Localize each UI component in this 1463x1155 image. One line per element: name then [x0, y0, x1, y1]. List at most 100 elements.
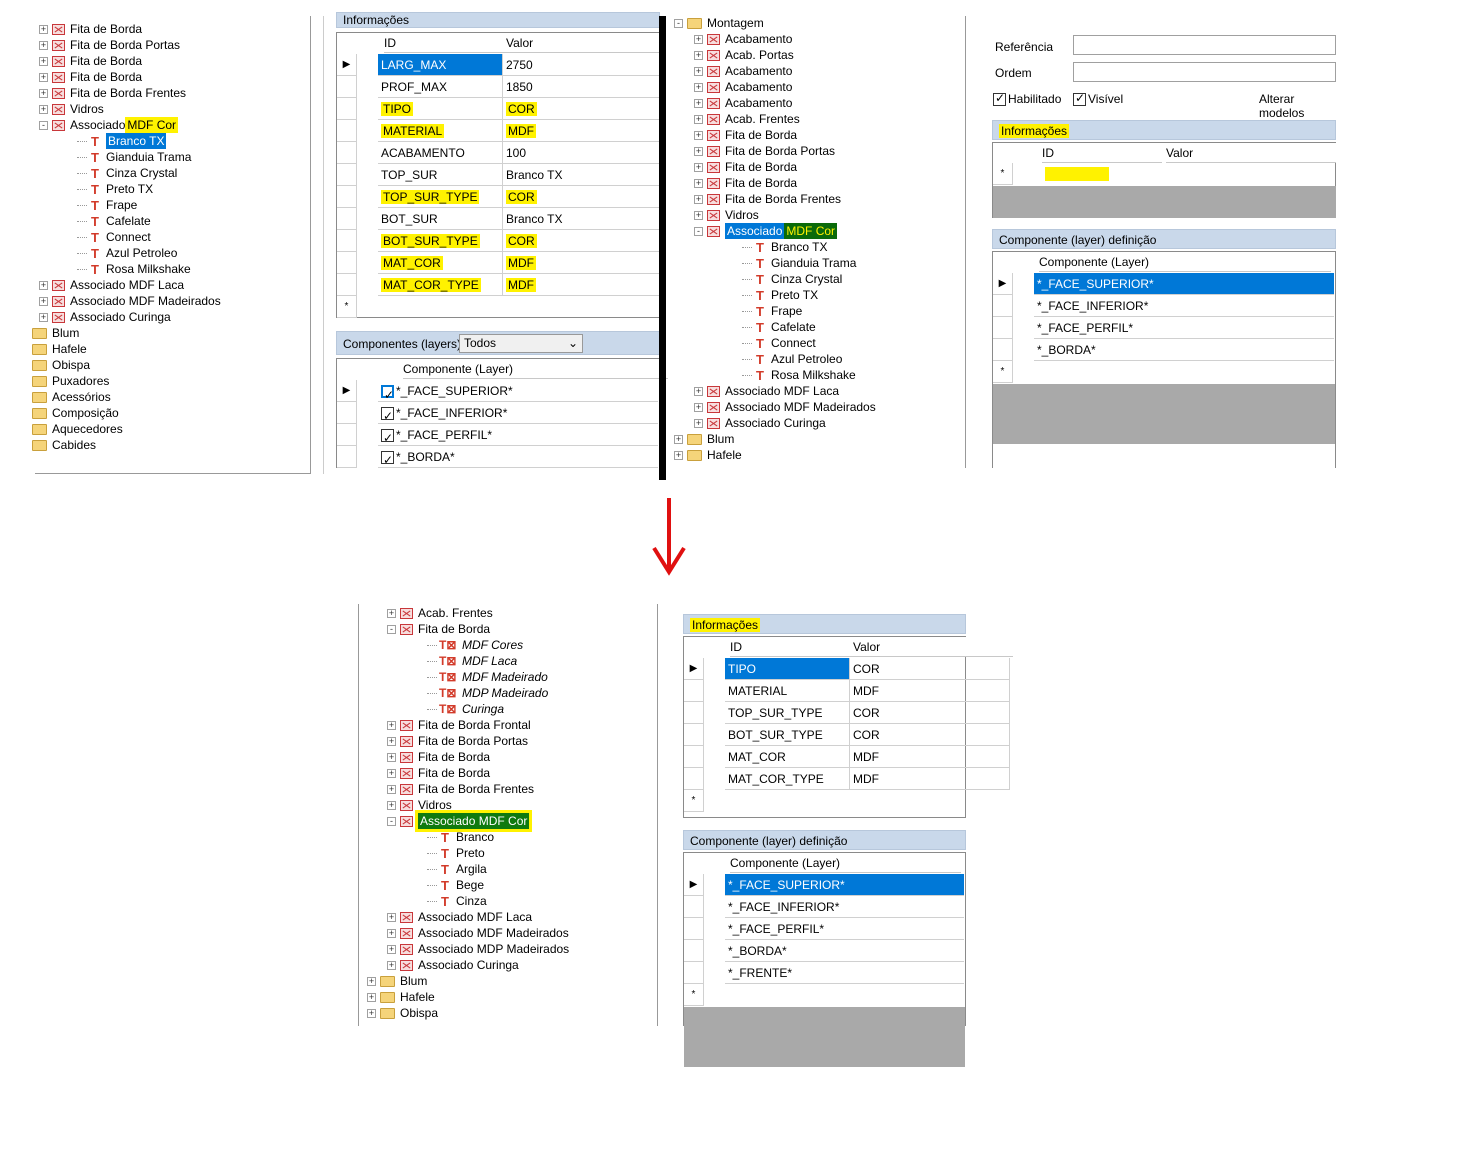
expand-icon[interactable]: +	[387, 720, 396, 730]
row-header[interactable]	[337, 274, 357, 296]
tree-node[interactable]: + Acab. Frentes	[387, 605, 493, 621]
tree-node[interactable]: Puxadores	[19, 373, 109, 389]
tree-node[interactable]: T⊠ MDF Cores	[427, 637, 523, 653]
layer-row[interactable]: *_BORDA*	[725, 940, 964, 962]
tree-node[interactable]: T⊠ MDF Laca	[427, 653, 517, 669]
shot3-info-grid[interactable]: ID Valor ▶ TIPO COR MATERIAL MDF TOP_SUR_TYPE CO…	[683, 636, 1013, 818]
current-row-icon[interactable]: ▶	[684, 874, 704, 896]
info-cell-id[interactable]: MATERIAL	[725, 680, 850, 702]
expand-icon[interactable]: +	[39, 56, 48, 66]
row-header[interactable]	[684, 940, 704, 962]
row-header[interactable]	[337, 446, 357, 468]
tree-node[interactable]: T Rosa Milkshake	[742, 367, 856, 383]
expand-icon[interactable]: +	[694, 50, 703, 60]
tree-node[interactable]: - Associado MDF Cor	[387, 813, 530, 829]
layer-row[interactable]: *_FACE_SUPERIOR*	[725, 874, 964, 896]
row-header[interactable]	[337, 424, 357, 446]
expand-icon[interactable]: +	[694, 402, 703, 412]
tree-node[interactable]: - Fita de Borda	[387, 621, 490, 637]
shot1-info-grid[interactable]: ID Valor ▶ LARG_MAX 2750 PROF_MAX 1850 TIPO COR M…	[336, 32, 666, 318]
info-cell-id[interactable]: ACABAMENTO	[378, 142, 503, 164]
expand-icon[interactable]: +	[694, 386, 703, 396]
expand-icon[interactable]: +	[387, 944, 396, 954]
layer-row[interactable]: *_BORDA*	[1034, 339, 1334, 361]
tree-node[interactable]: + Associado Curinga	[39, 309, 171, 325]
info-cell-value[interactable]: Branco TX	[503, 208, 663, 230]
shot2-info-grid[interactable]: ID Valor *	[992, 142, 1336, 218]
tree-node[interactable]: + Associado MDF Madeirados	[387, 925, 569, 941]
info-cell-value[interactable]: COR	[850, 658, 1010, 680]
expand-icon[interactable]: +	[39, 40, 48, 50]
tree-node[interactable]: T Connect	[742, 335, 816, 351]
tree-node[interactable]: + Fita de Borda	[694, 127, 797, 143]
layer-row[interactable]: *_FACE_SUPERIOR*	[378, 380, 658, 402]
layer-row[interactable]: *_FACE_INFERIOR*	[1034, 295, 1334, 317]
shot1-tree[interactable]: + Fita de Borda + Fita de Borda Portas + Fita…	[32, 16, 311, 474]
tree-node[interactable]: Obispa	[19, 357, 90, 373]
info-cell-value[interactable]: 1850	[503, 76, 663, 98]
row-header[interactable]	[684, 896, 704, 918]
tree-node[interactable]: + Fita de Borda	[39, 21, 142, 37]
row-header[interactable]	[684, 746, 704, 768]
tree-node[interactable]: + Fita de Borda Frontal	[387, 717, 531, 733]
row-header[interactable]	[337, 252, 357, 274]
shot3-tree[interactable]: + Acab. Frentes - Fita de Borda T⊠ MDF Cores T…	[358, 604, 658, 1026]
row-header[interactable]	[684, 768, 704, 790]
tree-node[interactable]: T Branco	[427, 829, 494, 845]
tree-node[interactable]: + Fita de Borda Portas	[39, 37, 180, 53]
tree-node[interactable]: + Associado MDF Laca	[39, 277, 184, 293]
tree-node[interactable]: + Acabamento	[694, 79, 792, 95]
row-header[interactable]	[684, 962, 704, 984]
tree-node[interactable]: + Vidros	[39, 101, 104, 117]
expand-icon[interactable]: +	[39, 24, 48, 34]
current-row-icon[interactable]: ▶	[993, 273, 1013, 295]
tree-node[interactable]: T Preto TX	[742, 287, 818, 303]
tree-node[interactable]: + Hafele	[674, 447, 742, 463]
row-header[interactable]	[684, 918, 704, 940]
shot2-empty-id-cell[interactable]	[1045, 167, 1109, 181]
tree-node[interactable]: T⊠ MDF Madeirado	[427, 669, 548, 685]
shot2-def-grid[interactable]: Componente (Layer) ▶ *_FACE_SUPERIOR* *_FAC…	[992, 251, 1336, 468]
tree-node[interactable]: + Associado MDF Laca	[694, 383, 839, 399]
tree-node[interactable]: + Associado MDF Madeirados	[694, 399, 876, 415]
current-row-icon[interactable]: ▶	[337, 54, 357, 76]
expand-icon[interactable]: +	[387, 800, 396, 810]
tree-node[interactable]: T⊠ Curinga	[427, 701, 504, 717]
expand-icon[interactable]: +	[694, 162, 703, 172]
tree-node[interactable]: + Associado MDF Madeirados	[39, 293, 221, 309]
info-cell-id[interactable]: LARG_MAX	[378, 54, 503, 76]
alterar-modelos-link[interactable]: Alterar modelos	[1259, 92, 1336, 120]
tree-node[interactable]: + Acabamento	[694, 63, 792, 79]
tree-node[interactable]: T Gianduia Trama	[742, 255, 856, 271]
info-cell-id[interactable]: TOP_SUR	[378, 164, 503, 186]
expand-icon[interactable]: +	[367, 992, 376, 1002]
expand-icon[interactable]: +	[387, 928, 396, 938]
info-cell-value[interactable]: COR	[850, 724, 1010, 746]
shot2-tree[interactable]: - Montagem + Acabamento + Acab. Portas + Acabam…	[668, 16, 966, 468]
tree-node[interactable]: T Gianduia Trama	[77, 149, 191, 165]
info-cell-id[interactable]: BOT_SUR	[378, 208, 503, 230]
tree-node[interactable]: - Associado MDF Cor	[694, 223, 838, 239]
row-header[interactable]	[337, 186, 357, 208]
info-cell-value[interactable]: Branco TX	[503, 164, 663, 186]
collapse-icon[interactable]: -	[387, 816, 396, 826]
shot1-comp-grid[interactable]: Componente (Layer) ▶ *_FACE_SUPERIOR* *_FAC…	[336, 358, 675, 468]
row-header[interactable]	[337, 98, 357, 120]
info-cell-value[interactable]: COR	[503, 230, 663, 252]
expand-icon[interactable]: +	[367, 1008, 376, 1018]
tree-node[interactable]: T Frape	[77, 197, 137, 213]
info-cell-id[interactable]: MAT_COR_TYPE	[378, 274, 503, 296]
current-row-icon[interactable]: ▶	[337, 380, 357, 402]
collapse-icon[interactable]: -	[674, 18, 683, 28]
ref-input[interactable]	[1073, 35, 1336, 55]
expand-icon[interactable]: +	[387, 768, 396, 778]
expand-icon[interactable]: +	[694, 66, 703, 76]
tree-node[interactable]: + Fita de Borda Frentes	[694, 191, 841, 207]
tree-node[interactable]: + Fita de Borda Portas	[387, 733, 528, 749]
row-header[interactable]	[337, 142, 357, 164]
check-icon[interactable]	[381, 384, 394, 401]
tree-node[interactable]: - Montagem	[674, 15, 764, 31]
row-header[interactable]	[684, 680, 704, 702]
info-cell-id[interactable]: TIPO	[378, 98, 503, 120]
info-cell-value[interactable]: 100	[503, 142, 663, 164]
